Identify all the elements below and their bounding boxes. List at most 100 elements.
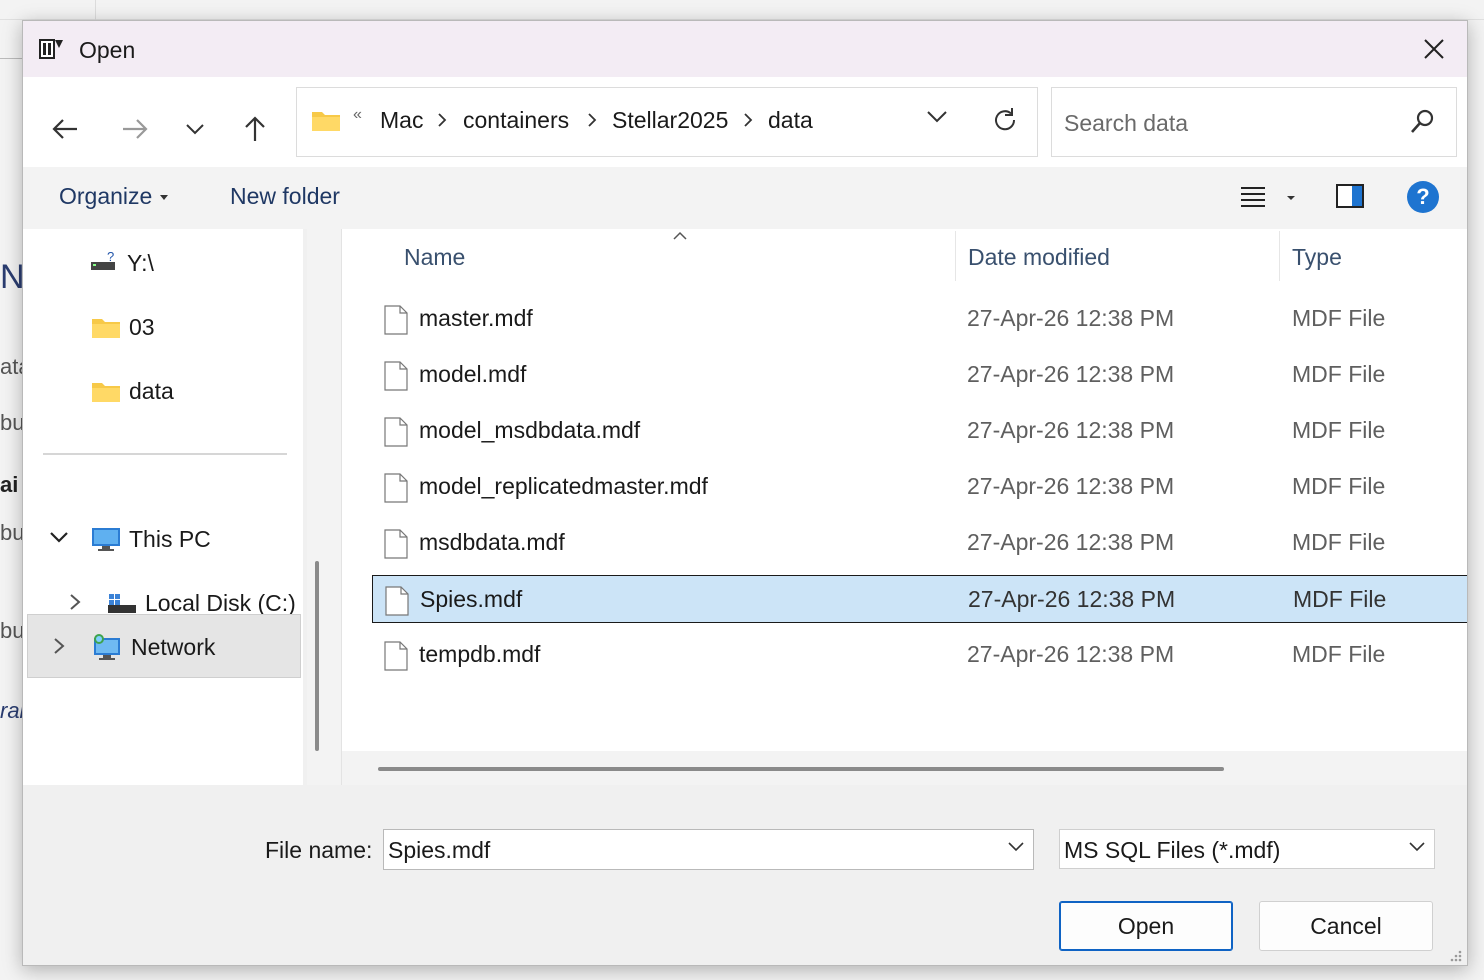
file-icon xyxy=(385,586,409,616)
chevron-down-icon[interactable] xyxy=(1007,840,1025,852)
background-divider xyxy=(0,58,22,59)
sidebar-scrollbar[interactable] xyxy=(307,229,341,785)
forward-button[interactable] xyxy=(113,107,157,151)
sidebar-item-label: data xyxy=(129,377,174,404)
breadcrumb-containers[interactable]: containers xyxy=(463,107,569,134)
background-text-fragment: bu xyxy=(0,618,22,643)
sidebar-item-data[interactable]: data xyxy=(91,361,174,421)
chevron-right-icon[interactable] xyxy=(69,593,81,611)
sidebar-item-y-drive[interactable]: ? Y:\ xyxy=(89,233,154,293)
file-name: Spies.mdf xyxy=(420,586,523,612)
chevron-down-icon[interactable] xyxy=(49,531,69,545)
search-box[interactable] xyxy=(1051,87,1457,157)
background-text-fragment: ai xyxy=(0,472,19,497)
arrow-left-icon xyxy=(52,119,77,139)
close-button[interactable] xyxy=(1401,21,1467,77)
column-divider[interactable] xyxy=(1279,231,1280,281)
sidebar-item-this-pc[interactable]: This PC xyxy=(91,509,211,569)
change-view-button[interactable] xyxy=(1239,181,1299,217)
file-row[interactable]: Spies.mdf 27-Apr-26 12:38 PM MDF File xyxy=(372,575,1467,623)
file-name: tempdb.mdf xyxy=(419,641,541,667)
file-name: model.mdf xyxy=(419,361,527,387)
file-type: MDF File xyxy=(1292,361,1386,387)
file-type-select[interactable]: MS SQL Files (*.mdf) xyxy=(1059,829,1435,869)
computer-icon xyxy=(92,528,120,551)
recent-locations-button[interactable] xyxy=(173,107,217,151)
file-icon xyxy=(384,473,408,503)
horizontal-scrollbar-thumb[interactable] xyxy=(378,767,1224,771)
file-row[interactable]: model_msdbdata.mdf 27-Apr-26 12:38 PM MDF … xyxy=(372,407,1467,455)
resize-grip-icon[interactable] xyxy=(1447,947,1463,963)
file-type: MDF File xyxy=(1292,305,1386,331)
background-toolbar xyxy=(0,0,1484,20)
background-text-fragment: bu xyxy=(0,520,22,545)
file-name: msdbdata.mdf xyxy=(419,529,565,555)
file-name-input[interactable] xyxy=(388,834,988,866)
help-button[interactable]: ? xyxy=(1407,181,1439,213)
file-type-value: MS SQL Files (*.mdf) xyxy=(1064,837,1281,863)
breadcrumb-data[interactable]: data xyxy=(768,107,813,134)
chevron-right-icon xyxy=(744,113,753,127)
file-name-combobox[interactable] xyxy=(383,829,1034,870)
file-row[interactable]: model_replicatedmaster.mdf 27-Apr-26 12:3… xyxy=(372,463,1467,511)
file-name: model_replicatedmaster.mdf xyxy=(419,473,708,499)
file-row[interactable]: master.mdf 27-Apr-26 12:38 PM MDF File xyxy=(372,295,1467,343)
background-divider xyxy=(95,0,96,20)
address-history-button[interactable] xyxy=(925,108,953,136)
column-header-date[interactable]: Date modified xyxy=(968,229,1278,285)
sidebar-item-label: Network xyxy=(131,633,216,660)
disk-icon xyxy=(108,594,136,613)
chevron-right-icon xyxy=(438,113,447,127)
up-button[interactable] xyxy=(233,107,277,151)
column-divider[interactable] xyxy=(955,231,956,281)
file-row[interactable]: msdbdata.mdf 27-Apr-26 12:38 PM MDF File xyxy=(372,519,1467,567)
column-header-name[interactable]: Name xyxy=(404,229,954,285)
file-row[interactable]: tempdb.mdf 27-Apr-26 12:38 PM MDF File xyxy=(372,631,1467,679)
search-icon[interactable] xyxy=(1408,108,1436,141)
preview-pane-button[interactable] xyxy=(1335,181,1365,211)
sidebar-divider xyxy=(43,453,287,455)
network-drive-icon: ? xyxy=(91,250,115,270)
dialog-title: Open xyxy=(79,37,136,63)
column-header-type[interactable]: Type xyxy=(1292,229,1467,285)
address-bar[interactable]: « Mac containers Stellar2025 data xyxy=(296,87,1038,157)
file-icon xyxy=(384,529,408,559)
sidebar-scrollbar-thumb[interactable] xyxy=(315,561,319,751)
column-header-label: Type xyxy=(1292,243,1342,270)
file-row[interactable]: model.mdf 27-Apr-26 12:38 PM MDF File xyxy=(372,351,1467,399)
open-button[interactable]: Open xyxy=(1059,901,1233,951)
organize-label: Organize xyxy=(59,183,153,209)
organize-menu[interactable]: Organize xyxy=(59,183,169,210)
folder-icon xyxy=(92,383,120,402)
search-input[interactable] xyxy=(1064,106,1384,140)
file-date-modified: 27-Apr-26 12:38 PM xyxy=(967,305,1175,331)
arrow-up-icon xyxy=(245,116,265,141)
folder-icon xyxy=(92,319,120,338)
preview-pane-icon xyxy=(1336,184,1364,208)
sidebar-item-network[interactable]: Network xyxy=(91,617,215,677)
sidebar-item-03[interactable]: 03 xyxy=(91,297,155,357)
refresh-icon xyxy=(995,108,1016,131)
breadcrumb-overflow[interactable]: « xyxy=(353,106,362,124)
background-text-fragment: bu xyxy=(0,410,22,435)
sidebar-item-label: This PC xyxy=(129,525,211,552)
chevron-right-icon[interactable] xyxy=(53,637,65,655)
breadcrumb-stellar2025[interactable]: Stellar2025 xyxy=(612,107,728,134)
refresh-button[interactable] xyxy=(991,106,1021,136)
breadcrumb-mac[interactable]: Mac xyxy=(380,107,423,134)
file-date-modified: 27-Apr-26 12:38 PM xyxy=(967,529,1175,555)
chevron-down-icon xyxy=(186,124,204,135)
file-date-modified: 27-Apr-26 12:38 PM xyxy=(967,473,1175,499)
file-type: MDF File xyxy=(1293,586,1387,612)
file-list: Name Date modified Type master.mdf 27-Apr… xyxy=(341,229,1467,785)
back-button[interactable] xyxy=(43,107,87,151)
cancel-button[interactable]: Cancel xyxy=(1259,901,1433,951)
navigation-pane: ? Y:\ 03 data This PC Local Disk (C:) Ne… xyxy=(23,229,303,785)
svg-text:?: ? xyxy=(107,250,114,264)
sidebar-item-label: Y:\ xyxy=(127,249,154,276)
horizontal-scrollbar[interactable] xyxy=(342,751,1467,785)
details-view-icon xyxy=(1241,187,1295,207)
new-folder-button[interactable]: New folder xyxy=(230,183,340,210)
file-type: MDF File xyxy=(1292,417,1386,443)
chevron-right-icon xyxy=(588,113,597,127)
